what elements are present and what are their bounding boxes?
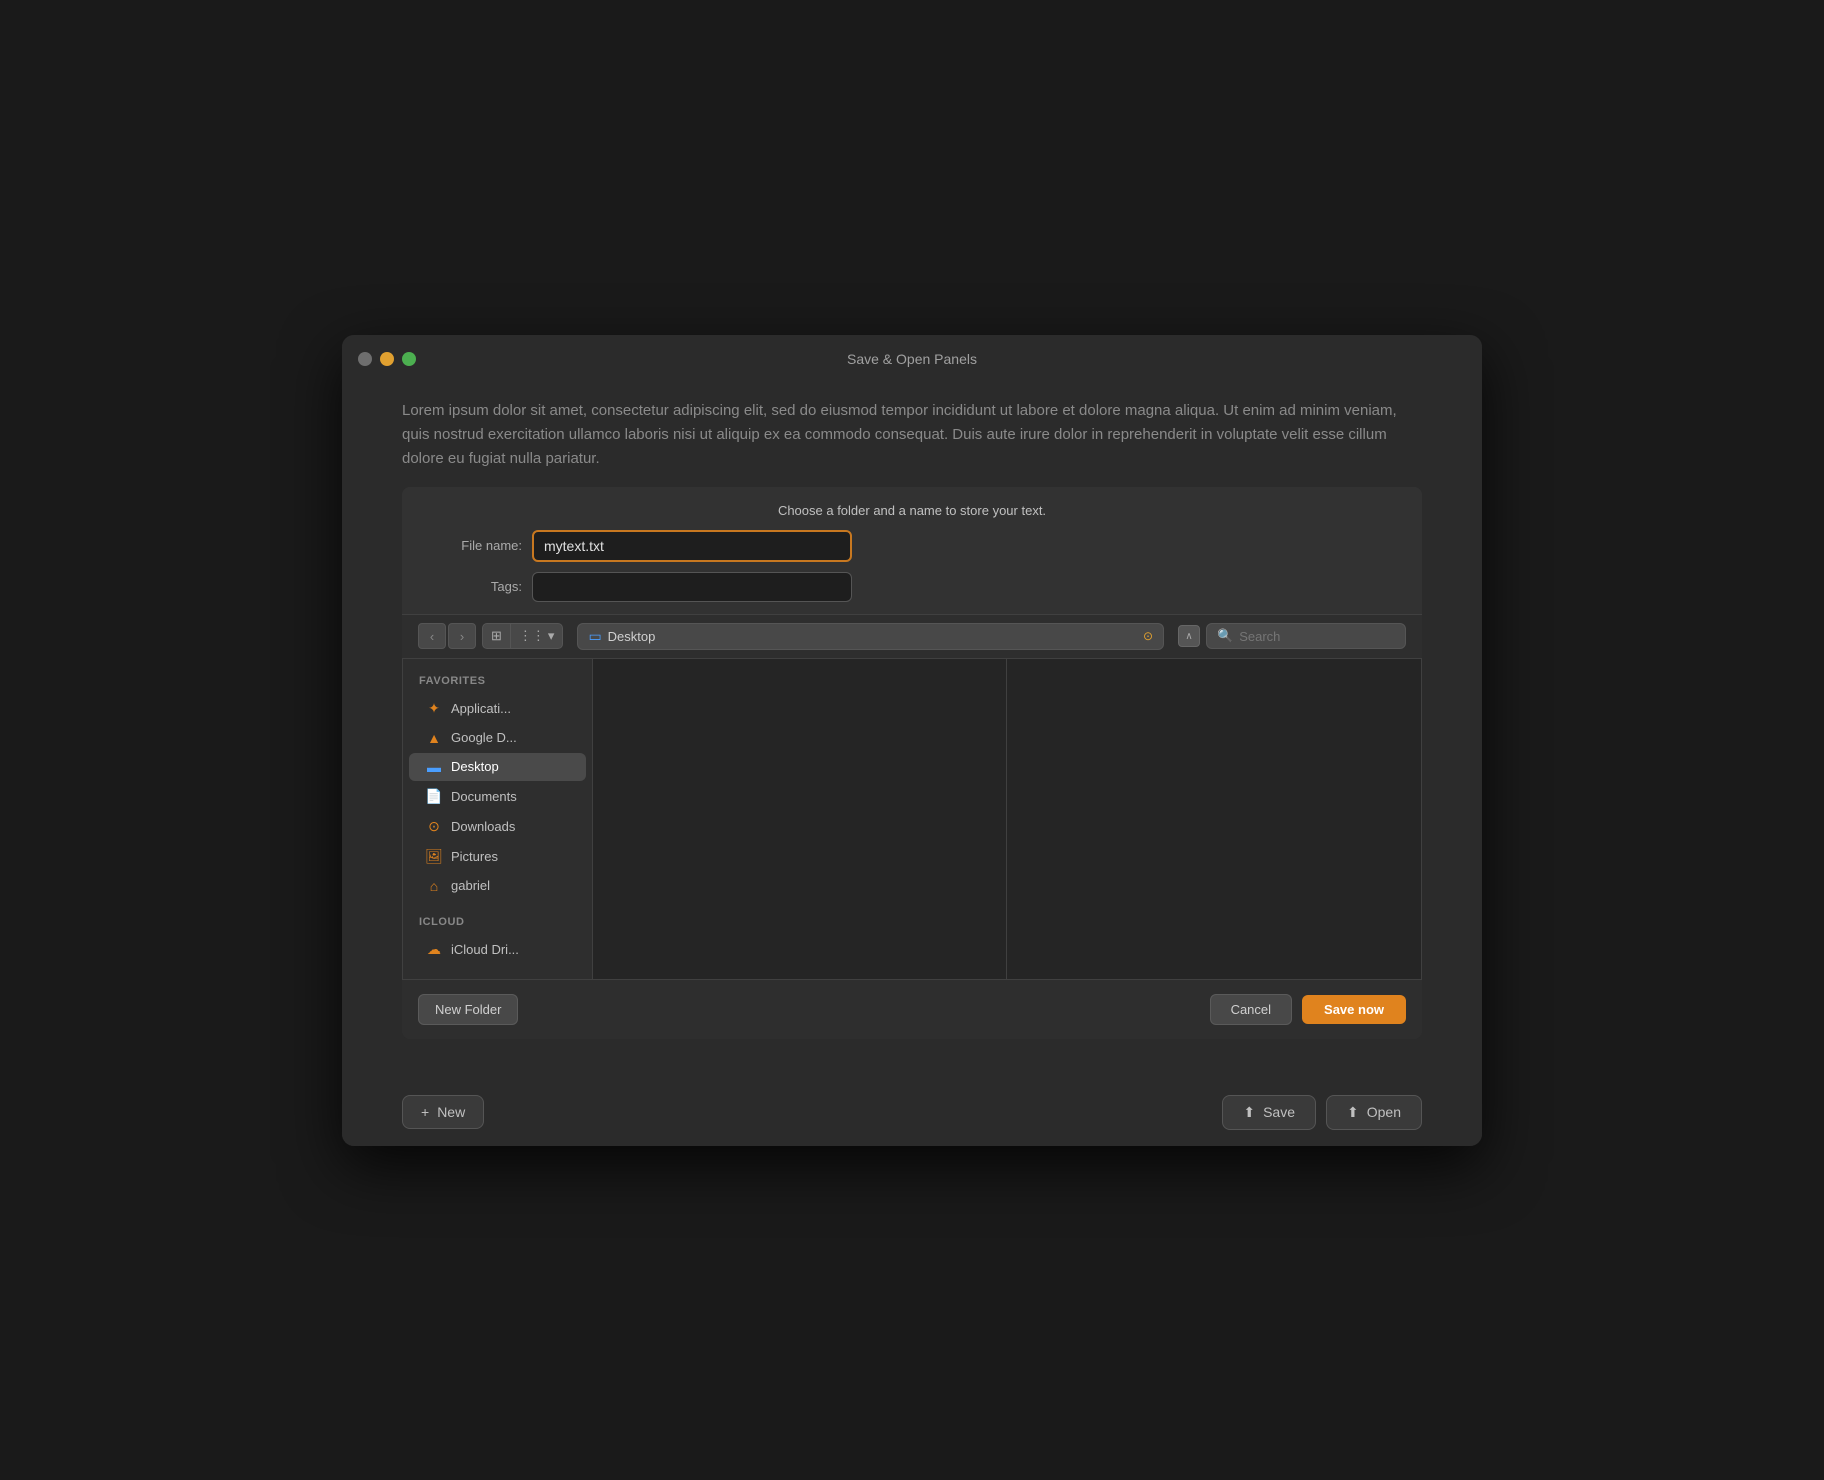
lorem-paragraph: Lorem ipsum dolor sit amet, consectetur … <box>402 399 1422 471</box>
dialog-header: Choose a folder and a name to store your… <box>402 487 1422 530</box>
nav-back-button[interactable]: ‹ <box>418 623 446 649</box>
nav-buttons: ‹ › <box>418 623 476 649</box>
pictures-icon: 🖼 <box>425 848 443 865</box>
save-button[interactable]: ⬆ Save <box>1222 1095 1316 1130</box>
bottom-bar: + New ⬆ Save ⬆ Open <box>342 1079 1482 1146</box>
sidebar-item-desktop[interactable]: ▬ Desktop <box>409 753 586 781</box>
open-label: Open <box>1367 1104 1401 1120</box>
sidebar-item-icloud-drive[interactable]: ☁ iCloud Dri... <box>409 935 586 964</box>
tags-row: Tags: <box>442 572 1382 602</box>
main-content-area <box>593 659 1421 979</box>
sidebar-item-gabriel[interactable]: ⌂ gabriel <box>409 872 586 900</box>
grid-view-button[interactable]: ⋮⋮ ▾ <box>511 624 563 648</box>
sidebar-item-google-drive[interactable]: ▲ Google D... <box>409 724 586 752</box>
downloads-icon: ⊙ <box>425 818 443 835</box>
sidebar-item-label-pictures: Pictures <box>451 849 498 864</box>
save-now-button[interactable]: Save now <box>1302 995 1406 1024</box>
sidebar-item-label-downloads: Downloads <box>451 819 515 834</box>
file-pane-left[interactable] <box>593 659 1007 979</box>
sidebar-item-label-icloud: iCloud Dri... <box>451 942 519 957</box>
sidebar-item-label-documents: Documents <box>451 789 517 804</box>
sidebar-item-label-google-drive: Google D... <box>451 730 517 745</box>
column-view-icon: ⊞ <box>491 628 502 644</box>
location-text: Desktop <box>608 629 1137 644</box>
expand-icon: ∧ <box>1185 631 1192 642</box>
plus-icon: + <box>421 1104 429 1120</box>
sidebar: Favorites ✦ Applicati... ▲ Google D... ▬… <box>403 659 593 979</box>
search-input[interactable] <box>1239 629 1379 644</box>
save-dialog: Choose a folder and a name to store your… <box>402 487 1422 1039</box>
new-document-button[interactable]: + New <box>402 1095 484 1129</box>
footer-left: New Folder <box>418 994 518 1025</box>
lorem-text: Lorem ipsum dolor sit amet, consectetur … <box>342 383 1482 487</box>
bottom-right: ⬆ Save ⬆ Open <box>1222 1095 1422 1130</box>
google-drive-icon: ▲ <box>425 730 443 746</box>
location-dropdown-icon: ⊙ <box>1143 629 1153 643</box>
save-icon: ⬆ <box>1243 1104 1255 1121</box>
tags-label: Tags: <box>442 579 522 594</box>
grid-view-icon: ⋮⋮ <box>519 628 545 644</box>
icloud-icon: ☁ <box>425 941 443 958</box>
file-name-input[interactable] <box>532 530 852 562</box>
file-browser: Favorites ✦ Applicati... ▲ Google D... ▬… <box>402 659 1422 979</box>
expand-button[interactable]: ∧ <box>1178 625 1200 647</box>
home-icon: ⌂ <box>425 878 443 894</box>
dialog-form: File name: Tags: <box>402 530 1422 614</box>
footer-right: Cancel Save now <box>1210 994 1406 1025</box>
icloud-label: iCloud <box>403 912 592 934</box>
new-folder-button[interactable]: New Folder <box>418 994 518 1025</box>
sidebar-item-downloads[interactable]: ⊙ Downloads <box>409 812 586 841</box>
window-title: Save & Open Panels <box>847 351 977 367</box>
grid-dropdown-icon: ▾ <box>548 628 555 644</box>
new-label: New <box>437 1104 465 1120</box>
favorites-label: Favorites <box>403 671 592 693</box>
cancel-button[interactable]: Cancel <box>1210 994 1292 1025</box>
spacer <box>342 1039 1482 1063</box>
main-window: Save & Open Panels Lorem ipsum dolor sit… <box>342 335 1482 1146</box>
close-button[interactable] <box>358 352 372 366</box>
file-name-label: File name: <box>442 538 522 553</box>
sidebar-item-label-applications: Applicati... <box>451 701 511 716</box>
column-view-button[interactable]: ⊞ <box>483 624 511 648</box>
search-bar: 🔍 <box>1206 623 1406 649</box>
view-toggle: ⊞ ⋮⋮ ▾ <box>482 623 563 649</box>
minimize-button[interactable] <box>380 352 394 366</box>
maximize-button[interactable] <box>402 352 416 366</box>
sidebar-item-applications[interactable]: ✦ Applicati... <box>409 694 586 723</box>
nav-forward-button[interactable]: › <box>448 623 476 649</box>
file-name-row: File name: <box>442 530 1382 562</box>
dialog-toolbar: ‹ › ⊞ ⋮⋮ ▾ ▭ Desktop ⊙ ∧ � <box>402 614 1422 659</box>
documents-icon: 📄 <box>425 788 443 805</box>
open-icon: ⬆ <box>1347 1104 1359 1121</box>
dialog-footer: New Folder Cancel Save now <box>402 979 1422 1039</box>
titlebar: Save & Open Panels <box>342 335 1482 383</box>
file-pane-right[interactable] <box>1007 659 1421 979</box>
location-bar[interactable]: ▭ Desktop ⊙ <box>577 623 1164 650</box>
bottom-left: + New <box>402 1095 484 1129</box>
sidebar-item-pictures[interactable]: 🖼 Pictures <box>409 842 586 871</box>
open-button[interactable]: ⬆ Open <box>1326 1095 1422 1130</box>
applications-icon: ✦ <box>425 700 443 717</box>
search-icon: 🔍 <box>1217 628 1233 644</box>
sidebar-item-label-desktop: Desktop <box>451 759 499 774</box>
file-panes <box>593 659 1421 979</box>
tags-input[interactable] <box>532 572 852 602</box>
window-controls <box>358 352 416 366</box>
desktop-icon: ▬ <box>425 759 443 775</box>
location-folder-icon: ▭ <box>588 628 601 645</box>
save-label: Save <box>1263 1104 1295 1120</box>
sidebar-item-documents[interactable]: 📄 Documents <box>409 782 586 811</box>
sidebar-item-label-gabriel: gabriel <box>451 878 490 893</box>
